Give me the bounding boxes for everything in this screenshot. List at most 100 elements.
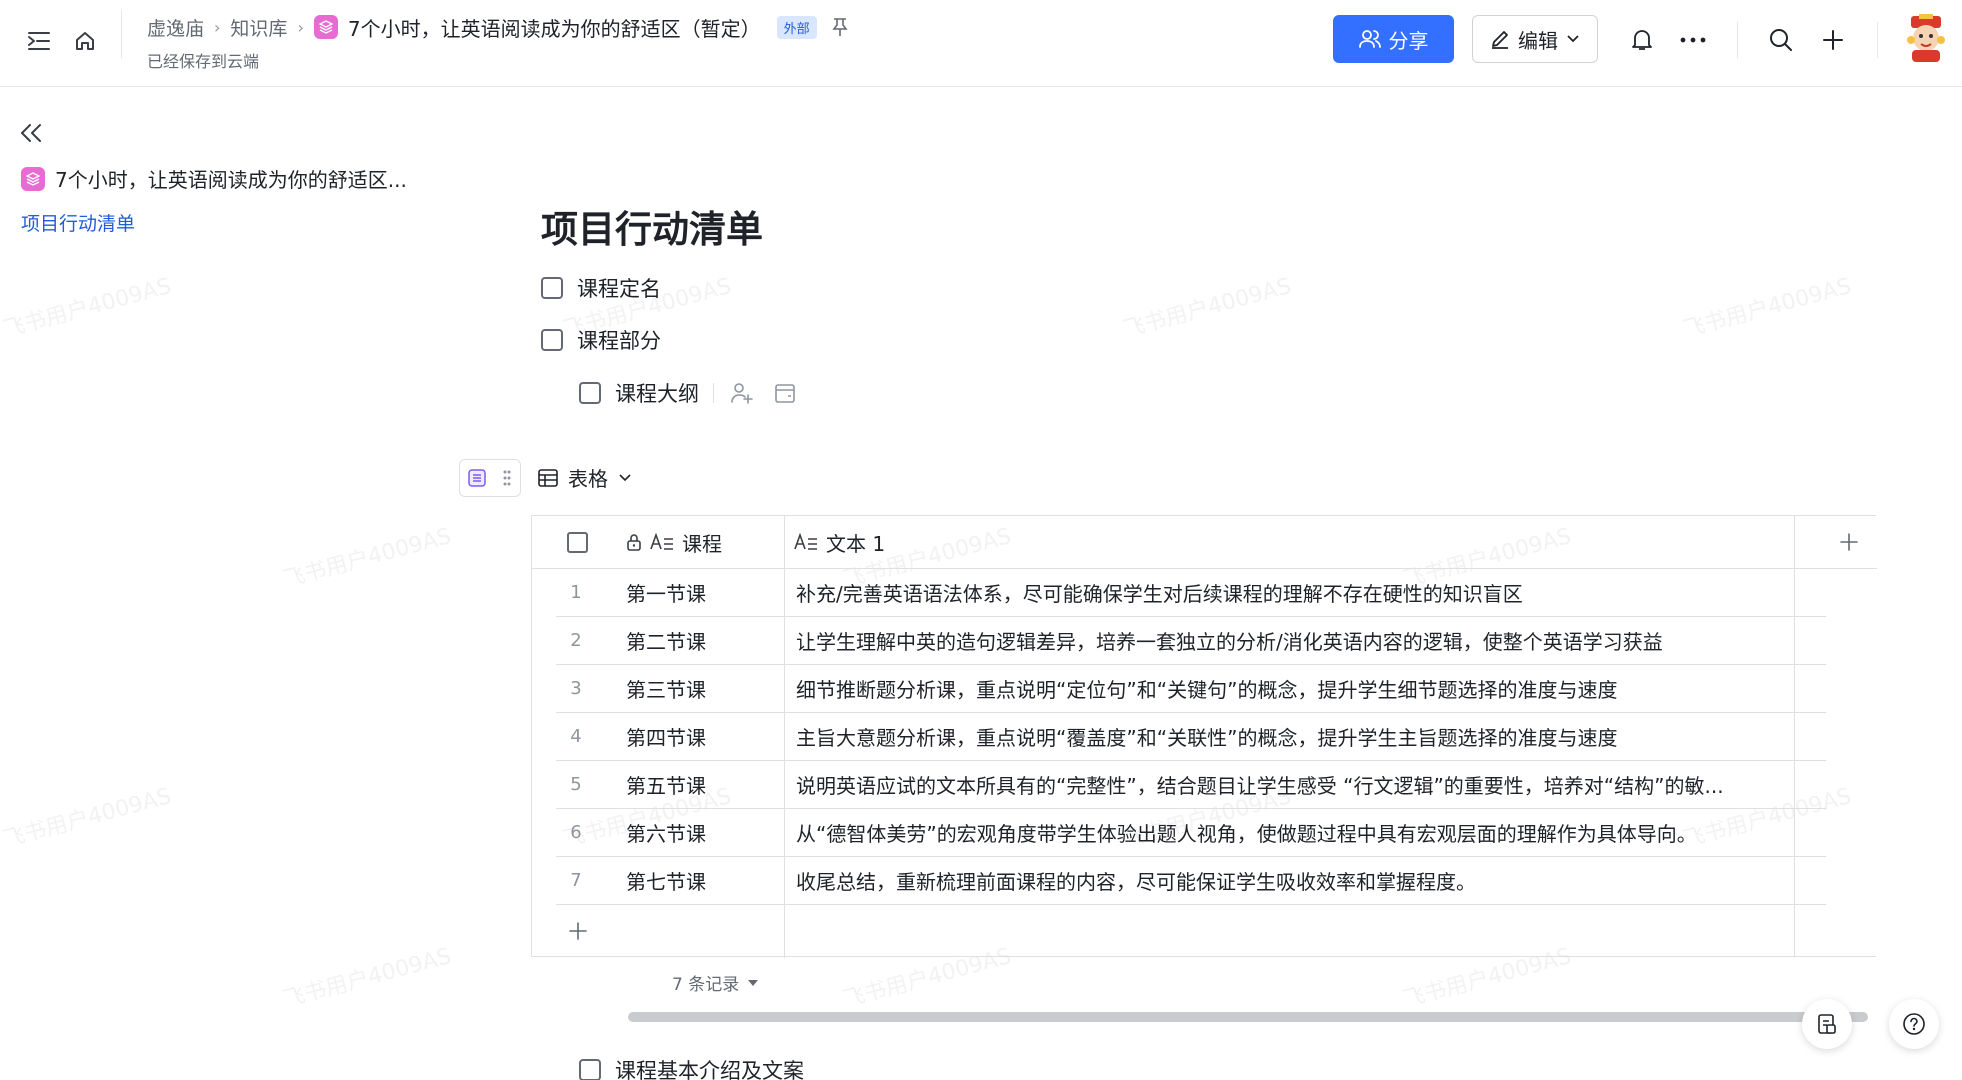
divider (713, 383, 714, 403)
table-view-selector[interactable]: 表格 (538, 463, 632, 492)
watermark: 飞书用户4009AS (0, 273, 174, 343)
table-row[interactable]: 3 第三节课 细节推断题分析课，重点说明“定位句”和“关键句”的概念，提升学生细… (556, 665, 1826, 713)
cell-text[interactable]: 从“德智体美劳”的宏观角度带学生体验出题人视角，使做题过程中具有宏观层面的理解作… (796, 809, 1786, 856)
chevron-right-icon: › (214, 17, 221, 37)
lock-icon (627, 534, 641, 551)
column-header-label: 课程 (682, 531, 722, 556)
cell-text[interactable]: 细节推断题分析课，重点说明“定位句”和“关键句”的概念，提升学生细节题选择的准度… (796, 665, 1786, 712)
sidebar-item-action-list[interactable]: 项目行动清单 (21, 209, 135, 236)
todo-checkbox[interactable] (541, 277, 563, 299)
pencil-icon (1492, 31, 1508, 49)
breadcrumb: 虚逸庙 › 知识库 › 7个小时，让英语阅读成为你的舒适区（暂定） 外部 (147, 12, 849, 42)
todo-checkbox[interactable] (579, 1059, 601, 1080)
help-icon[interactable] (1889, 999, 1939, 1049)
collapse-sidebar-icon[interactable] (16, 118, 46, 148)
cell-text[interactable]: 补充/完善英语语法体系，尽可能确保学生对后续课程的理解不存在硬性的知识盲区 (796, 569, 1786, 616)
save-status: 已经保存到云端 (147, 52, 260, 71)
doc-title[interactable]: 7个小时，让英语阅读成为你的舒适区（暂定） (348, 13, 761, 42)
add-row-icon[interactable] (558, 905, 598, 957)
chevron-down-icon (1567, 35, 1579, 43)
column-header-course[interactable]: 课程 (626, 516, 776, 568)
todo-label: 课程定名 (577, 277, 661, 301)
table-row[interactable]: 6 第六节课 从“德智体美劳”的宏观角度带学生体验出题人视角，使做题过程中具有宏… (556, 809, 1826, 857)
watermark: 飞书用户4009AS (280, 523, 454, 593)
edit-label: 编辑 (1518, 28, 1558, 53)
sidebar-doc-title[interactable]: 7个小时，让英语阅读成为你的舒适区... (21, 164, 407, 193)
record-count-label: 7 条记录 (672, 975, 740, 995)
row-number: 5 (570, 774, 582, 795)
cell-text[interactable]: 收尾总结，重新梳理前面课程的内容，尽可能保证学生吸收效率和掌握程度。 (796, 857, 1786, 904)
todo-checkbox[interactable] (541, 329, 563, 351)
todo-item-nested: 课程大纲 (579, 378, 796, 408)
select-all-checkbox[interactable] (567, 516, 591, 568)
table-row[interactable]: 5 第五节课 说明英语应试的文本所具有的“完整性”，结合题目让学生感受 “行文逻… (556, 761, 1826, 809)
cell-course[interactable]: 第三节课 (626, 665, 776, 712)
cell-course[interactable]: 第七节课 (626, 857, 776, 904)
watermark: 飞书用户4009AS (1680, 273, 1854, 343)
data-table: 课程 文本 1 1 第一节课 补充/完善英语语法体系，尽可能确保学生对后续课程的… (531, 515, 1877, 958)
cell-course[interactable]: 第六节课 (626, 809, 776, 856)
watermark: 飞书用户4009AS (280, 943, 454, 1013)
breadcrumb-item-workspace[interactable]: 虚逸庙 (147, 14, 204, 41)
table-row[interactable]: 1 第一节课 补充/完善英语语法体系，尽可能确保学生对后续课程的理解不存在硬性的… (556, 569, 1826, 617)
edit-mode-button[interactable]: 编辑 (1472, 15, 1598, 63)
external-badge: 外部 (776, 15, 817, 39)
table-row[interactable]: 2 第二节课 让学生理解中英的造句逻辑差异，培养一套独立的分析/消化英语内容的逻… (556, 617, 1826, 665)
top-bar: 虚逸庙 › 知识库 › 7个小时，让英语阅读成为你的舒适区（暂定） 外部 已经保… (0, 0, 1962, 87)
row-number: 3 (570, 678, 582, 699)
cell-course[interactable]: 第一节课 (626, 569, 776, 616)
divider (1737, 22, 1738, 58)
cell-text[interactable]: 说明英语应试的文本所具有的“完整性”，结合题目让学生感受 “行文逻辑”的重要性，… (796, 761, 1786, 808)
plus-icon[interactable] (1817, 24, 1849, 56)
table-header: 课程 文本 1 (532, 516, 1877, 569)
todo-label: 课程大纲 (615, 382, 699, 406)
search-icon[interactable] (1765, 24, 1797, 56)
watermark: 飞书用户4009AS (0, 783, 174, 853)
horizontal-scrollbar[interactable] (628, 1012, 1868, 1022)
todo-item: 课程部分 (541, 325, 661, 355)
cell-course[interactable]: 第二节课 (626, 617, 776, 664)
record-count[interactable]: 7 条记录 (672, 970, 759, 995)
todo-label: 课程基本介绍及文案 (615, 1059, 804, 1080)
list-view-icon[interactable] (468, 469, 486, 487)
row-number: 6 (570, 822, 582, 843)
todo-label: 课程部分 (577, 329, 661, 353)
divider (121, 10, 122, 58)
table-row[interactable]: 4 第四节课 主旨大意题分析课，重点说明“覆盖度”和“关联性”的概念，提升学生主… (556, 713, 1826, 761)
home-icon[interactable] (70, 26, 100, 56)
column-header-label: 文本 1 (826, 531, 886, 556)
sidebar-toggle-icon[interactable] (24, 26, 54, 56)
row-number: 4 (570, 726, 582, 747)
breadcrumb-item-wiki[interactable]: 知识库 (230, 14, 287, 41)
bell-icon[interactable] (1626, 24, 1658, 56)
table-row[interactable]: 7 第七节课 收尾总结，重新梳理前面课程的内容，尽可能保证学生吸收效率和掌握程度… (556, 857, 1826, 905)
assign-user-icon[interactable] (730, 382, 754, 404)
due-date-icon[interactable] (774, 382, 796, 404)
sidebar-doc-label: 7个小时，让英语阅读成为你的舒适区... (55, 168, 407, 192)
doc-icon (21, 166, 45, 191)
users-icon (1358, 30, 1381, 48)
table-icon (538, 468, 558, 487)
cell-text[interactable]: 主旨大意题分析课，重点说明“覆盖度”和“关联性”的概念，提升学生主旨题选择的准度… (796, 713, 1786, 760)
watermark: 飞书用户4009AS (1120, 273, 1294, 343)
cell-course[interactable]: 第四节课 (626, 713, 776, 760)
pin-icon[interactable] (831, 17, 849, 37)
doc-icon (313, 15, 338, 39)
share-button[interactable]: 分享 (1333, 15, 1454, 63)
avatar[interactable] (1902, 14, 1950, 62)
view-switcher[interactable] (459, 459, 521, 497)
chevron-down-icon (619, 473, 631, 481)
todo-item-nested: 课程基本介绍及文案 (579, 1055, 804, 1080)
todo-item: 课程定名 (541, 273, 661, 303)
cell-text[interactable]: 让学生理解中英的造句逻辑差异，培养一套独立的分析/消化英语内容的逻辑，使整个英语… (796, 617, 1786, 664)
chevron-right-icon: › (297, 17, 304, 37)
todo-checkbox[interactable] (579, 382, 601, 404)
text-field-icon (650, 533, 673, 550)
column-header-text-1[interactable]: 文本 1 (794, 516, 1194, 568)
doc-outline-icon[interactable] (1802, 999, 1852, 1049)
add-column-icon[interactable] (1822, 516, 1876, 568)
drag-handle-icon[interactable] (502, 469, 512, 487)
cell-course[interactable]: 第五节课 (626, 761, 776, 808)
more-icon[interactable] (1677, 24, 1709, 56)
caret-down-icon (748, 979, 759, 986)
